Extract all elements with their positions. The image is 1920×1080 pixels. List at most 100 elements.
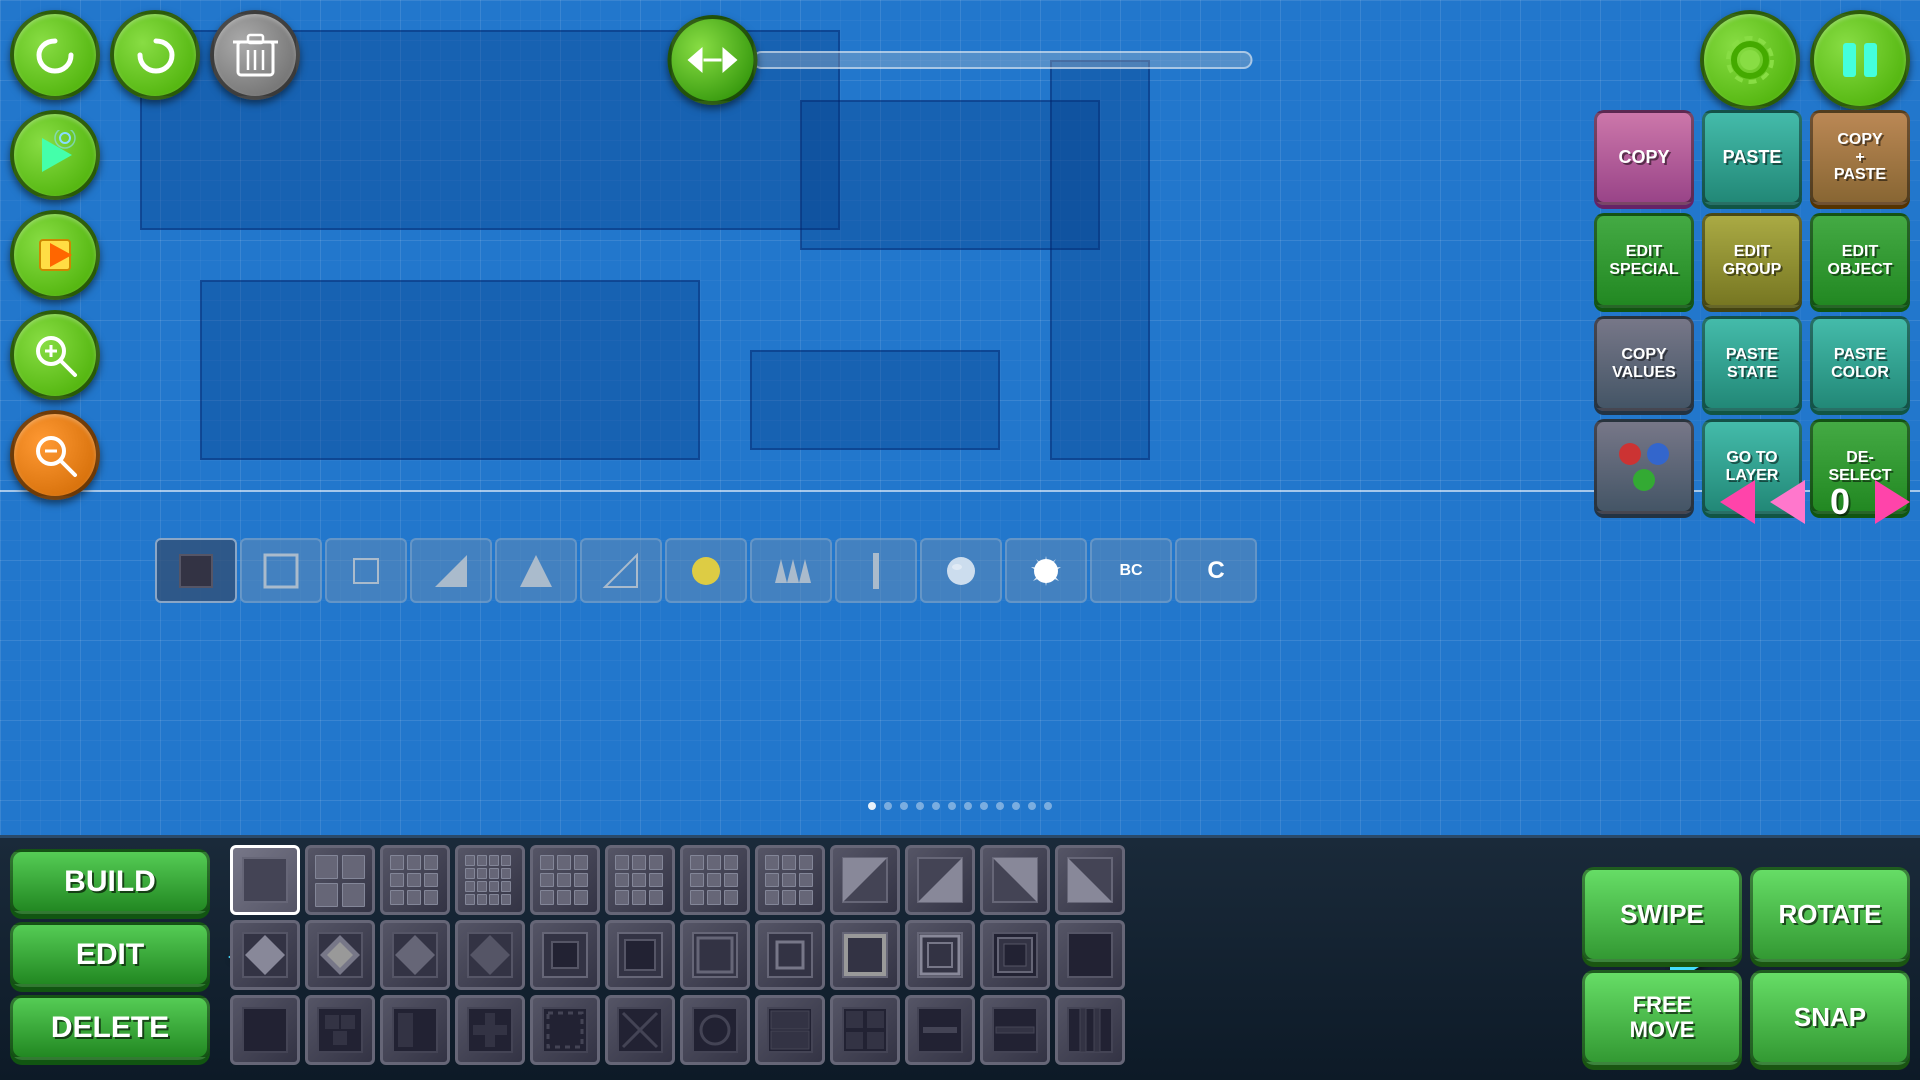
music-button[interactable]	[10, 110, 100, 200]
color-picker-button[interactable]	[1594, 419, 1694, 514]
tab-pillar[interactable]	[835, 538, 917, 603]
tab-solid[interactable]	[155, 538, 237, 603]
block-dark-7[interactable]	[680, 995, 750, 1065]
block-item-b8[interactable]	[755, 845, 825, 915]
swipe-button[interactable]: SWIPE	[1582, 867, 1742, 962]
slider-handle[interactable]	[668, 15, 758, 105]
copy-values-button[interactable]: COPYVALUES	[1594, 316, 1694, 411]
rotate-button[interactable]: ROTATE	[1750, 867, 1910, 962]
block-dark-9[interactable]	[830, 995, 900, 1065]
dot-6[interactable]	[948, 802, 956, 810]
delete-button[interactable]	[210, 10, 300, 100]
block-diamond-3[interactable]	[380, 920, 450, 990]
block-item-grid4[interactable]	[455, 845, 525, 915]
tab-bc[interactable]: BC	[1090, 538, 1172, 603]
block-border-4[interactable]	[1055, 920, 1125, 990]
dot-5[interactable]	[932, 802, 940, 810]
edit-mode-button[interactable]: EDIT	[10, 922, 210, 987]
block-dark-2[interactable]	[305, 995, 375, 1065]
block-dark-10[interactable]	[905, 995, 975, 1065]
block-diamond-1[interactable]	[230, 920, 300, 990]
block-item-corner1[interactable]	[830, 845, 900, 915]
tab-small[interactable]	[325, 538, 407, 603]
copy-paste-button[interactable]: COPY+PASTE	[1810, 110, 1910, 205]
bg-rect-5	[1050, 60, 1150, 460]
block-item-b7[interactable]	[680, 845, 750, 915]
block-border-3[interactable]	[980, 920, 1050, 990]
dot-9[interactable]	[996, 802, 1004, 810]
slider-track[interactable]	[753, 51, 1253, 69]
paste-color-button[interactable]: PASTECOLOR	[1810, 316, 1910, 411]
dot-10[interactable]	[1012, 802, 1020, 810]
block-dark-6[interactable]	[605, 995, 675, 1065]
dot-4[interactable]	[916, 802, 924, 810]
block-item-grid2[interactable]	[305, 845, 375, 915]
bg-rect-4	[750, 350, 1000, 450]
block-item-corner2[interactable]	[905, 845, 975, 915]
dot-12[interactable]	[1044, 802, 1052, 810]
top-center-slider-area	[668, 15, 1253, 105]
block-item-solid[interactable]	[230, 845, 300, 915]
mode-buttons: BUILD EDIT DELETE	[10, 849, 210, 1060]
tab-sphere[interactable]	[920, 538, 1002, 603]
dot-11[interactable]	[1028, 802, 1036, 810]
zoom-in-button[interactable]	[10, 310, 100, 400]
block-frame-1[interactable]	[530, 920, 600, 990]
paste-button[interactable]: PASTE	[1702, 110, 1802, 205]
layer-prev-small-button[interactable]	[1770, 480, 1805, 524]
settings-button[interactable]	[1700, 10, 1800, 110]
block-frame-4[interactable]	[755, 920, 825, 990]
block-frame-2[interactable]	[605, 920, 675, 990]
zoom-out-button[interactable]	[10, 410, 100, 500]
tab-circle-obj[interactable]	[665, 538, 747, 603]
edit-group-button[interactable]: EDITGROUP	[1702, 213, 1802, 308]
block-dark-4[interactable]	[455, 995, 525, 1065]
layer-next-button[interactable]	[1875, 480, 1910, 524]
block-dark-8[interactable]	[755, 995, 825, 1065]
block-item-corner4[interactable]	[1055, 845, 1125, 915]
tab-outline[interactable]	[240, 538, 322, 603]
block-dark-3[interactable]	[380, 995, 450, 1065]
block-border-1[interactable]	[830, 920, 900, 990]
block-diamond-2[interactable]	[305, 920, 375, 990]
dot-8[interactable]	[980, 802, 988, 810]
paste-state-button[interactable]: PASTESTATE	[1702, 316, 1802, 411]
block-frame-3[interactable]	[680, 920, 750, 990]
green-dot	[1633, 469, 1655, 491]
dot-2[interactable]	[884, 802, 892, 810]
block-dark-5[interactable]	[530, 995, 600, 1065]
copy-button[interactable]: COPY	[1594, 110, 1694, 205]
tab-triangle[interactable]	[495, 538, 577, 603]
red-dot	[1619, 443, 1641, 465]
block-item-b5[interactable]	[530, 845, 600, 915]
pause-button[interactable]	[1810, 10, 1910, 110]
block-dark-12[interactable]	[1055, 995, 1125, 1065]
top-left-controls	[10, 10, 300, 500]
redo-button[interactable]	[110, 10, 200, 100]
block-item-b6[interactable]	[605, 845, 675, 915]
snap-button[interactable]: SNAP	[1750, 970, 1910, 1065]
stop-button[interactable]	[10, 210, 100, 300]
edit-special-button[interactable]: EDITSPECIAL	[1594, 213, 1694, 308]
tab-explosion[interactable]	[1005, 538, 1087, 603]
block-item-corner3[interactable]	[980, 845, 1050, 915]
dot-3[interactable]	[900, 802, 908, 810]
block-dark-11[interactable]	[980, 995, 1050, 1065]
block-dark-1[interactable]	[230, 995, 300, 1065]
tab-slope[interactable]	[580, 538, 662, 603]
dot-1[interactable]	[868, 802, 876, 810]
free-move-button[interactable]: FREEMOVE	[1582, 970, 1742, 1065]
color-dot-row-2	[1633, 469, 1655, 491]
edit-object-button[interactable]: EDITOBJECT	[1810, 213, 1910, 308]
build-mode-button[interactable]: BUILD	[10, 849, 210, 914]
block-diamond-4[interactable]	[455, 920, 525, 990]
tab-c[interactable]: C	[1175, 538, 1257, 603]
block-item-grid3[interactable]	[380, 845, 450, 915]
tab-diagonal[interactable]	[410, 538, 492, 603]
dot-7[interactable]	[964, 802, 972, 810]
block-border-2[interactable]	[905, 920, 975, 990]
tab-spikes[interactable]	[750, 538, 832, 603]
undo-button[interactable]	[10, 10, 100, 100]
delete-mode-button[interactable]: DELETE	[10, 995, 210, 1060]
layer-prev-button[interactable]	[1720, 480, 1755, 524]
